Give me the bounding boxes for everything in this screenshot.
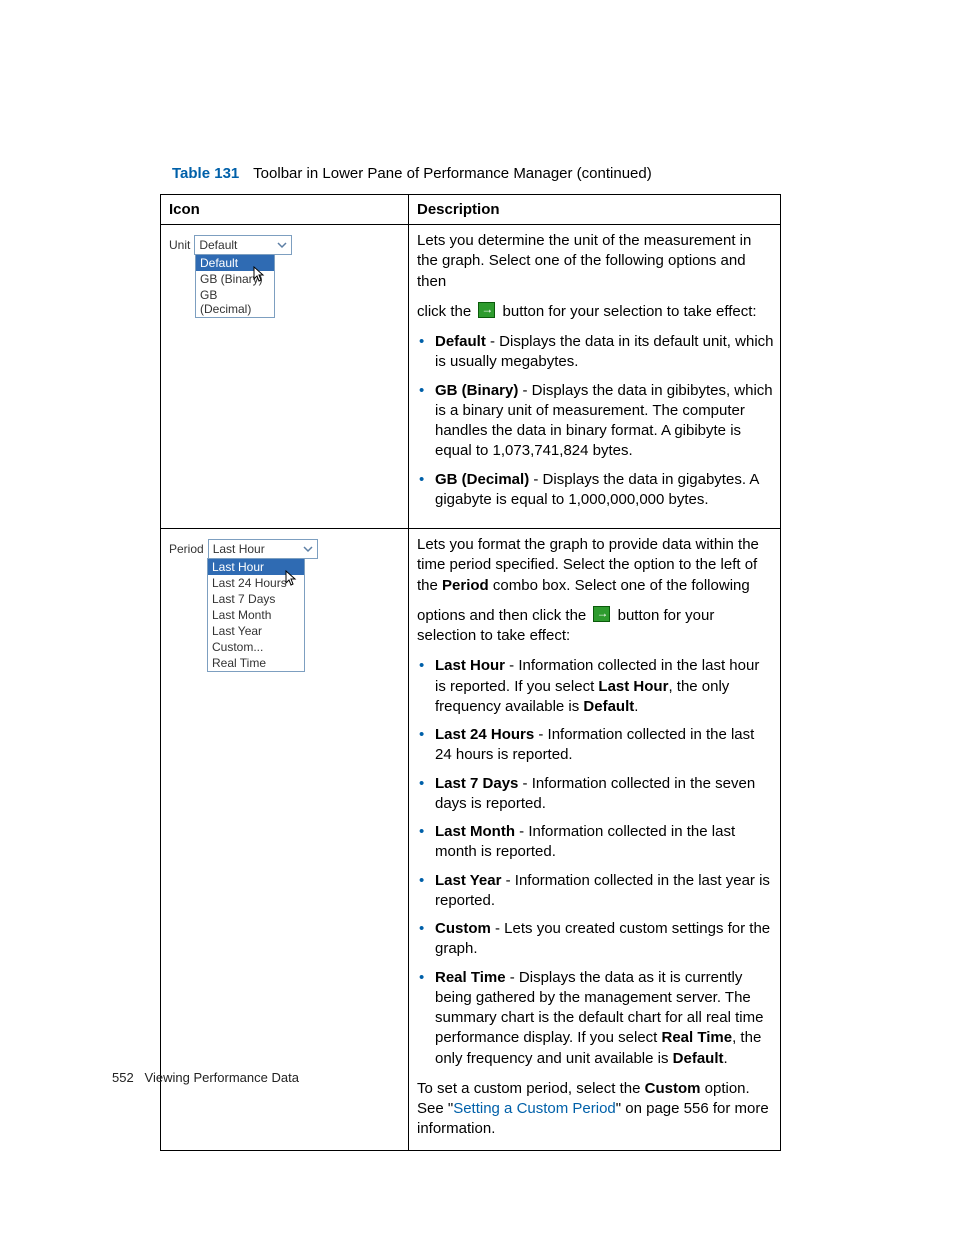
th-icon: Icon [161,195,409,225]
period-intro-2: options and then click the button for yo… [417,606,774,647]
unit-intro-2: click the button for your selection to t… [417,302,774,322]
period-option-real-time[interactable]: Real Time [208,655,304,671]
period-intro-1: Lets you format the graph to provide dat… [417,535,774,596]
cell-desc-unit: Lets you determine the unit of the measu… [409,225,781,529]
bullet-last-7-days: Last 7 Days - Information collected in t… [435,774,774,815]
bullet-custom: Custom - Lets you created custom setting… [435,919,774,960]
unit-combo-value: Default [199,238,237,252]
toolbar-description-table: Icon Description Unit Default [160,194,781,1151]
period-option-last-hour[interactable]: Last Hour [208,559,304,575]
bullet-default: Default - Displays the data in its defau… [435,332,774,373]
period-option-last-year[interactable]: Last Year [208,623,304,639]
table-caption: Table 131 Toolbar in Lower Pane of Perfo… [172,165,784,182]
unit-option-default[interactable]: Default [196,255,274,271]
period-bullets: Last Hour - Information collected in the… [417,656,774,1069]
unit-combo-listbox[interactable]: Default GB (Binary) GB (Decimal) [195,254,275,318]
period-combo-listbox[interactable]: Last Hour Last 24 Hours Last 7 Days Last… [207,558,305,672]
cell-icon-unit: Unit Default Default GB (Bin [161,225,409,529]
bullet-last-hour: Last Hour - Information collected in the… [435,656,774,717]
bullet-last-month: Last Month - Information collected in th… [435,822,774,863]
unit-option-gb-binary[interactable]: GB (Binary) [196,271,274,287]
period-option-last-7-days[interactable]: Last 7 Days [208,591,304,607]
chevron-down-icon [301,542,315,556]
unit-combo-box[interactable]: Default [194,235,292,255]
go-arrow-icon [478,302,495,318]
cell-icon-period: Period Last Hour Last Hour L [161,529,409,1151]
bullet-real-time: Real Time - Displays the data as it is c… [435,968,774,1069]
link-setting-custom-period[interactable]: Setting a Custom Period [453,1100,616,1117]
period-combo-value: Last Hour [213,542,265,556]
th-description: Description [409,195,781,225]
period-option-last-24-hours[interactable]: Last 24 Hours [208,575,304,591]
table-number: Table 131 [172,165,239,182]
bullet-last-year: Last Year - Information collected in the… [435,871,774,912]
page-number: 552 [112,1070,134,1085]
cell-desc-period: Lets you format the graph to provide dat… [409,529,781,1151]
unit-intro-1: Lets you determine the unit of the measu… [417,231,774,292]
unit-bullets: Default - Displays the data in its defau… [417,332,774,510]
period-option-custom[interactable]: Custom... [208,639,304,655]
unit-combo-screenshot: Unit Default Default GB (Bin [169,231,402,318]
bullet-gb-decimal: GB (Decimal) - Displays the data in giga… [435,470,774,511]
bullet-gb-binary: GB (Binary) - Displays the data in gibib… [435,381,774,462]
table-caption-text: Toolbar in Lower Pane of Performance Man… [253,165,652,182]
go-arrow-icon [593,606,610,622]
bullet-last-24-hours: Last 24 Hours - Information collected in… [435,725,774,766]
period-option-last-month[interactable]: Last Month [208,607,304,623]
period-outro: To set a custom period, select the Custo… [417,1079,774,1140]
period-combo-box[interactable]: Last Hour [208,539,318,559]
unit-combo-label: Unit [169,238,190,252]
chevron-down-icon [275,238,289,252]
chapter-title: Viewing Performance Data [145,1070,299,1085]
page-footer: 552 Viewing Performance Data [112,1070,299,1085]
period-combo-screenshot: Period Last Hour Last Hour L [169,535,402,672]
period-combo-label: Period [169,542,204,556]
unit-option-gb-decimal[interactable]: GB (Decimal) [196,287,274,317]
